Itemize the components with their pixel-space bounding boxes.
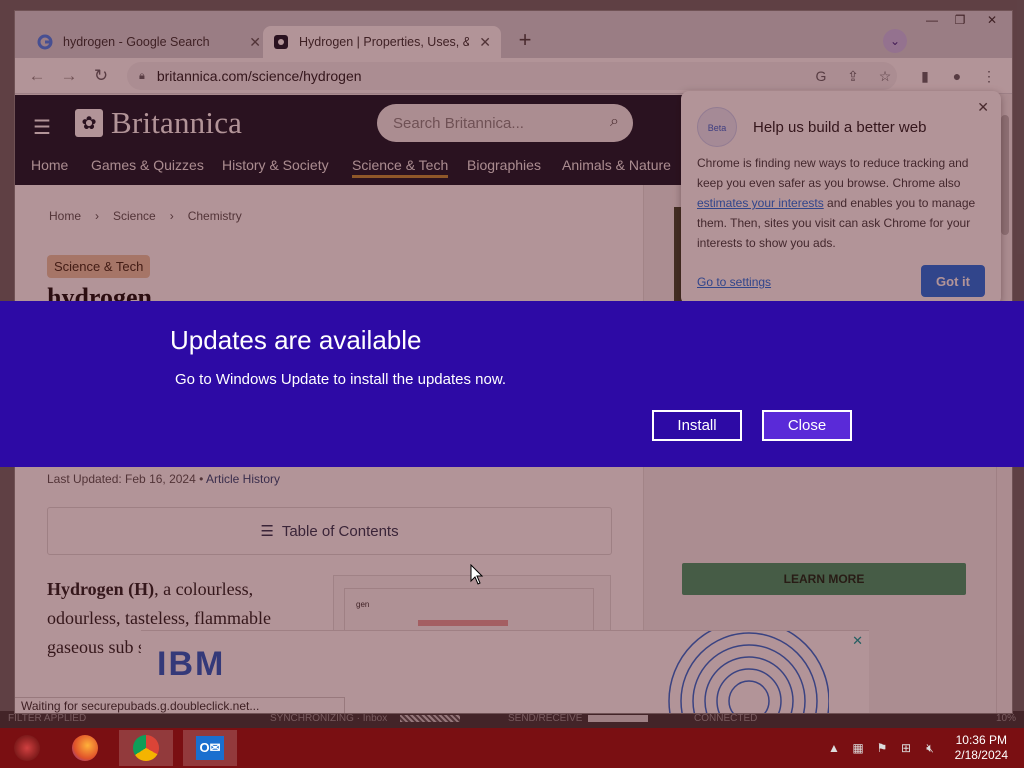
go-to-settings-link[interactable]: Go to settings xyxy=(697,275,771,289)
hamburger-menu-icon[interactable]: ☰ xyxy=(33,115,53,140)
ad-graphic xyxy=(668,631,829,713)
close-tab-icon[interactable]: ✕ xyxy=(479,34,491,51)
outlook-icon: O✉ xyxy=(196,736,224,760)
side-panel-icon[interactable]: ▮ xyxy=(915,66,935,86)
britannica-logo[interactable]: ✿ Britannica xyxy=(75,105,242,141)
breadcrumb: Home › Science › Chemistry xyxy=(49,209,242,223)
clock[interactable]: 10:36 PM 2/18/2024 xyxy=(955,733,1008,763)
close-window-icon[interactable]: ✕ xyxy=(977,11,1007,29)
lock-icon: 🔒︎ xyxy=(139,69,145,82)
network-icon[interactable]: ⊞ xyxy=(898,740,914,756)
close-button[interactable]: Close xyxy=(762,410,852,441)
tab-google-search[interactable]: hydrogen - Google Search ✕ xyxy=(27,26,271,58)
outlook-tray-icon[interactable]: ▦ xyxy=(850,740,866,756)
tab-search-button[interactable]: ⌄ xyxy=(883,29,907,53)
popup-body: Chrome is finding new ways to reduce tra… xyxy=(697,156,976,250)
britannica-icon xyxy=(273,34,289,50)
action-center-flag-icon[interactable]: ⚑ xyxy=(874,740,890,756)
close-ad-icon[interactable]: ✕ xyxy=(852,633,863,649)
outlook-taskbar-button[interactable]: O✉ xyxy=(183,730,237,766)
chrome-icon xyxy=(133,735,159,761)
tab-britannica[interactable]: Hydrogen | Properties, Uses, & Fa ✕ xyxy=(263,26,501,58)
scrollbar-thumb[interactable] xyxy=(1001,115,1009,235)
google-lens-icon[interactable]: G xyxy=(811,66,831,86)
clock-date: 2/18/2024 xyxy=(954,748,1008,762)
close-popup-icon[interactable]: ✕ xyxy=(977,99,989,116)
article-history-link[interactable]: Article History xyxy=(206,472,280,486)
show-hidden-icons-icon[interactable]: ▲ xyxy=(826,740,842,756)
firefox-icon xyxy=(72,735,98,761)
install-button[interactable]: Install xyxy=(652,410,742,441)
estimates-interests-link[interactable]: estimates your interests xyxy=(697,196,824,210)
url-text: britannica.com/science/hydrogen xyxy=(156,68,362,84)
volume-muted-icon[interactable]: 🔇︎ xyxy=(922,740,938,756)
beta-flask-icon: Beta xyxy=(697,107,737,147)
close-tab-icon[interactable]: ✕ xyxy=(249,34,261,51)
connection-status: CONNECTED xyxy=(694,713,758,724)
profile-avatar-icon[interactable]: ● xyxy=(947,66,967,86)
bookmark-star-icon[interactable]: ☆ xyxy=(875,66,895,86)
figure-label: gen xyxy=(356,600,370,609)
tab-title: Hydrogen | Properties, Uses, & Fa xyxy=(299,35,469,49)
google-icon xyxy=(37,34,53,50)
update-title: Updates are available xyxy=(170,325,422,355)
forward-icon[interactable]: → xyxy=(57,65,81,87)
ibm-logo: IBM xyxy=(157,645,226,683)
minimize-icon[interactable]: — xyxy=(917,11,947,29)
breadcrumb-science[interactable]: Science xyxy=(113,209,156,223)
nav-science-tech[interactable]: Science & Tech xyxy=(352,157,449,178)
chevron-right-icon: › xyxy=(169,209,174,223)
loading-status: Waiting for securepubads.g.doubleclick.n… xyxy=(15,697,345,713)
popup-title: Help us build a better web xyxy=(753,119,927,136)
breadcrumb-home[interactable]: Home xyxy=(49,209,81,223)
update-message: Go to Windows Update to install the upda… xyxy=(175,371,507,388)
back-icon[interactable]: ← xyxy=(25,65,49,87)
clock-time: 10:36 PM xyxy=(955,733,1007,747)
send-receive-status: SEND/RECEIVE xyxy=(508,713,583,724)
maximize-icon[interactable]: ❐ xyxy=(945,11,975,29)
sendrecv-progress xyxy=(588,715,648,722)
got-it-button[interactable]: Got it xyxy=(921,265,985,297)
category-badge[interactable]: Science & Tech xyxy=(47,255,151,278)
breadcrumb-chemistry[interactable]: Chemistry xyxy=(188,209,242,223)
start-button[interactable] xyxy=(0,730,54,766)
mouse-cursor-icon xyxy=(470,564,484,585)
table-of-contents-button[interactable]: ☰ Table of Contents xyxy=(47,507,612,555)
menu-kebab-icon[interactable]: ⋮ xyxy=(979,66,999,86)
nav-games-quizzes[interactable]: Games & Quizzes xyxy=(91,157,204,173)
reload-icon[interactable]: ↻ xyxy=(89,65,113,87)
tab-strip: hydrogen - Google Search ✕ Hydrogen | Pr… xyxy=(15,11,1012,58)
list-icon: ☰ xyxy=(260,523,274,540)
windows-update-banner: Updates are available Go to Windows Upda… xyxy=(0,301,1024,467)
browser-toolbar: ← → ↻ 🔒︎ britannica.com/science/hydrogen… xyxy=(15,58,1012,94)
britannica-search-input[interactable]: Search Britannica... ⌕ xyxy=(377,104,633,142)
chrome-taskbar-button[interactable] xyxy=(119,730,173,766)
new-tab-button[interactable]: + xyxy=(513,29,537,53)
nav-biographies[interactable]: Biographies xyxy=(467,157,541,173)
tab-title: hydrogen - Google Search xyxy=(63,35,210,49)
start-orb-icon xyxy=(14,735,40,761)
sync-status: SYNCHRONIZING · Inbox xyxy=(270,713,388,724)
chevron-right-icon: › xyxy=(95,209,100,223)
nav-animals-nature[interactable]: Animals & Nature xyxy=(562,157,671,173)
firefox-taskbar-button[interactable] xyxy=(58,730,112,766)
share-icon[interactable]: ⇪ xyxy=(843,66,863,86)
zoom-level: 10% xyxy=(996,713,1017,724)
filter-status: FILTER APPLIED xyxy=(8,713,87,724)
search-icon[interactable]: ⌕ xyxy=(610,113,619,131)
figure-highlight xyxy=(418,620,508,626)
thistle-logo-icon: ✿ xyxy=(75,109,103,137)
sync-progress xyxy=(400,715,460,722)
chrome-privacy-popup: Beta Help us build a better web ✕ Chrome… xyxy=(681,91,1001,305)
address-bar[interactable]: 🔒︎ britannica.com/science/hydrogen xyxy=(127,62,897,90)
nav-home[interactable]: Home xyxy=(31,157,68,173)
nav-history-society[interactable]: History & Society xyxy=(222,157,329,173)
learn-more-button[interactable]: LEARN MORE xyxy=(682,563,966,595)
windows-taskbar: O✉ ▲ ▦ ⚑ ⊞ 🔇︎ 10:36 PM 2/18/2024 xyxy=(0,728,1024,768)
last-updated: Last Updated: Feb 16, 2024 • Article His… xyxy=(47,472,281,486)
